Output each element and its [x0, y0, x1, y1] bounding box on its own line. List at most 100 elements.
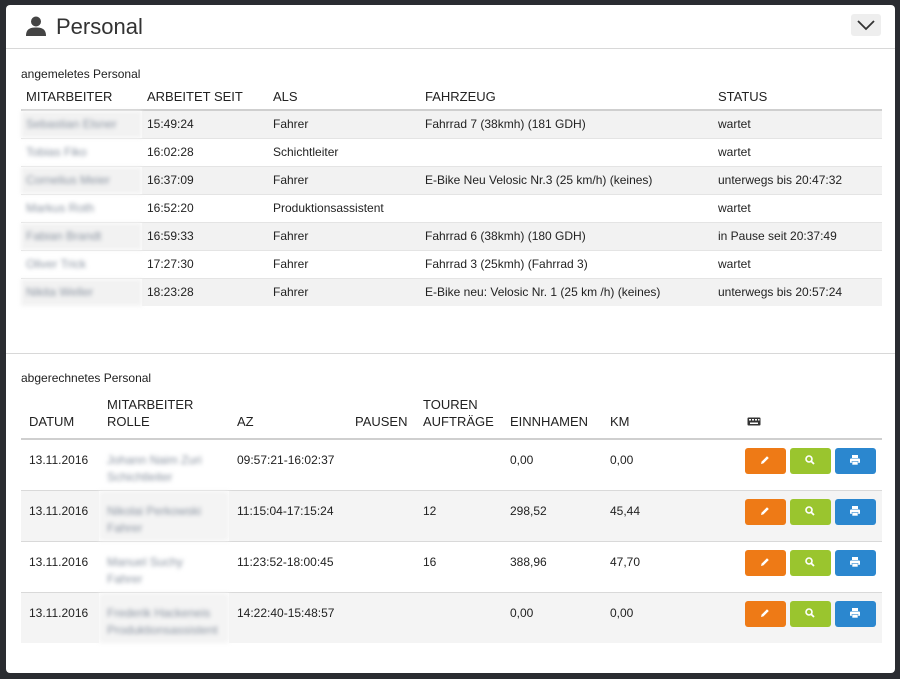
status: wartet: [713, 138, 882, 167]
date: 13.11.2016: [21, 439, 99, 491]
col-role: ALS: [268, 83, 420, 111]
employee-name: Fabian Brandt: [21, 222, 142, 251]
print-button[interactable]: [835, 498, 876, 525]
role: Fahrer: [268, 222, 420, 251]
vehicle: [420, 194, 713, 223]
since-time: 16:37:09: [142, 166, 268, 195]
pencil-icon: [761, 608, 769, 617]
logged-in-section-label: angemeletes Personal: [21, 67, 141, 81]
edit-button[interactable]: [745, 498, 786, 525]
table-header-row: DATUM MITARBEITER ROLLE AZ PAUSEN TOUREN A…: [21, 391, 882, 440]
revenue: 298,52: [502, 490, 602, 542]
az: 09:57:21-16:02:37: [229, 439, 347, 491]
printer-icon: [850, 505, 860, 516]
printer-icon: [850, 607, 860, 618]
status: unterwegs bis 20:47:32: [713, 166, 882, 195]
view-button[interactable]: [790, 498, 831, 525]
km: 47,70: [602, 541, 702, 593]
view-button[interactable]: [790, 549, 831, 576]
magnifier-icon: [805, 455, 815, 465]
col-tours-orders: TOUREN AUFTRÄGE: [415, 391, 502, 440]
col-breaks: PAUSEN: [347, 391, 415, 440]
vehicle: Fahrrad 6 (38kmh) (180 GDH): [420, 222, 713, 251]
az: 14:22:40-15:48:57: [229, 592, 347, 643]
since-time: 17:27:30: [142, 250, 268, 279]
table-row: Cornelius Meier 16:37:09 Fahrer E-Bike N…: [21, 166, 882, 195]
row-actions: [702, 490, 882, 542]
role: Fahrer: [268, 166, 420, 195]
table-row: Markus Roth 16:52:20 Produktionsassisten…: [21, 194, 882, 223]
status: wartet: [713, 110, 882, 139]
breaks: [347, 541, 415, 593]
table-row: 13.11.2016 Johann Naim Zuri Schichtleiter…: [21, 439, 882, 491]
keyboard-icon: [747, 417, 761, 426]
employee-name: Cornelius Meier: [21, 166, 142, 195]
tours: 12: [415, 490, 502, 542]
employee-name: Markus Roth: [21, 194, 142, 223]
employee-name: Sebastian Elsner: [21, 110, 142, 139]
table-row: 13.11.2016 Manuel Suchy Fahrer 11:23:52-1…: [21, 541, 882, 593]
col-date: DATUM: [21, 391, 99, 440]
print-button[interactable]: [835, 448, 876, 474]
vehicle: Fahrrad 3 (25kmh) (Fahrrad 3): [420, 250, 713, 279]
col-since: ARBEITET SEIT: [142, 83, 268, 111]
date: 13.11.2016: [21, 541, 99, 593]
edit-button[interactable]: [745, 600, 786, 627]
personal-panel: Personal angemeletes Personal MITARBEITE…: [6, 5, 895, 673]
date: 13.11.2016: [21, 592, 99, 643]
col-vehicle: FAHRZEUG: [420, 83, 713, 111]
view-button[interactable]: [790, 448, 831, 474]
tours: [415, 439, 502, 491]
magnifier-icon: [805, 556, 815, 567]
employee-role: Manuel Suchy Fahrer: [99, 541, 229, 593]
date: 13.11.2016: [21, 490, 99, 542]
status: wartet: [713, 194, 882, 223]
edit-button[interactable]: [745, 549, 786, 576]
tours: [415, 592, 502, 643]
panel-title: Personal: [56, 14, 143, 39]
magnifier-icon: [805, 505, 815, 516]
km: 45,44: [602, 490, 702, 542]
employee-role: Nikolai Perkowski Fahrer: [99, 490, 229, 542]
since-time: 16:59:33: [142, 222, 268, 251]
revenue: 0,00: [502, 592, 602, 643]
col-az: AZ: [229, 391, 347, 440]
employee-name: Nikita Weller: [21, 278, 142, 306]
print-button[interactable]: [835, 600, 876, 627]
status: wartet: [713, 250, 882, 279]
breaks: [347, 592, 415, 643]
vehicle: Fahrrad 7 (38kmh) (181 GDH): [420, 110, 713, 139]
edit-button[interactable]: [745, 448, 786, 474]
az: 11:23:52-18:00:45: [229, 541, 347, 593]
pencil-icon: [761, 557, 769, 566]
section-divider: [6, 353, 895, 354]
col-employee: MITARBEITER: [21, 83, 142, 111]
table-row: 13.11.2016 Frederik Hackeneis Produktions…: [21, 592, 882, 643]
employee-name: Oliver Trick: [21, 250, 142, 279]
table-header-row: MITARBEITER ARBEITET SEIT ALS FAHRZEUG S…: [21, 83, 882, 111]
breaks: [347, 439, 415, 491]
vehicle: E-Bike Neu Velosic Nr.3 (25 km/h) (keine…: [420, 166, 713, 195]
settled-section-label: abgerechnetes Personal: [21, 371, 152, 385]
print-button[interactable]: [835, 549, 876, 576]
printer-icon: [850, 556, 860, 567]
collapse-toggle-button[interactable]: [851, 14, 881, 36]
table-row: 13.11.2016 Nikolai Perkowski Fahrer 11:15…: [21, 490, 882, 542]
table-row: Sebastian Elsner 15:49:24 Fahrer Fahrrad…: [21, 110, 882, 139]
view-button[interactable]: [790, 600, 831, 627]
km: 0,00: [602, 439, 702, 491]
role: Schichtleiter: [268, 138, 420, 167]
employee-role: Johann Naim Zuri Schichtleiter: [99, 439, 229, 491]
revenue: 388,96: [502, 541, 602, 593]
role: Produktionsassistent: [268, 194, 420, 223]
table-row: Fabian Brandt 16:59:33 Fahrer Fahrrad 6 …: [21, 222, 882, 251]
breaks: [347, 490, 415, 542]
employee-role: Frederik Hackeneis Produktionsassistent: [99, 592, 229, 643]
since-time: 15:49:24: [142, 110, 268, 139]
col-actions: [702, 391, 882, 440]
table-row: Nikita Weller 18:23:28 Fahrer E-Bike neu…: [21, 278, 882, 306]
row-actions: [702, 541, 882, 593]
row-actions: [702, 592, 882, 643]
logged-in-table: MITARBEITER ARBEITET SEIT ALS FAHRZEUG S…: [21, 83, 882, 306]
km: 0,00: [602, 592, 702, 643]
